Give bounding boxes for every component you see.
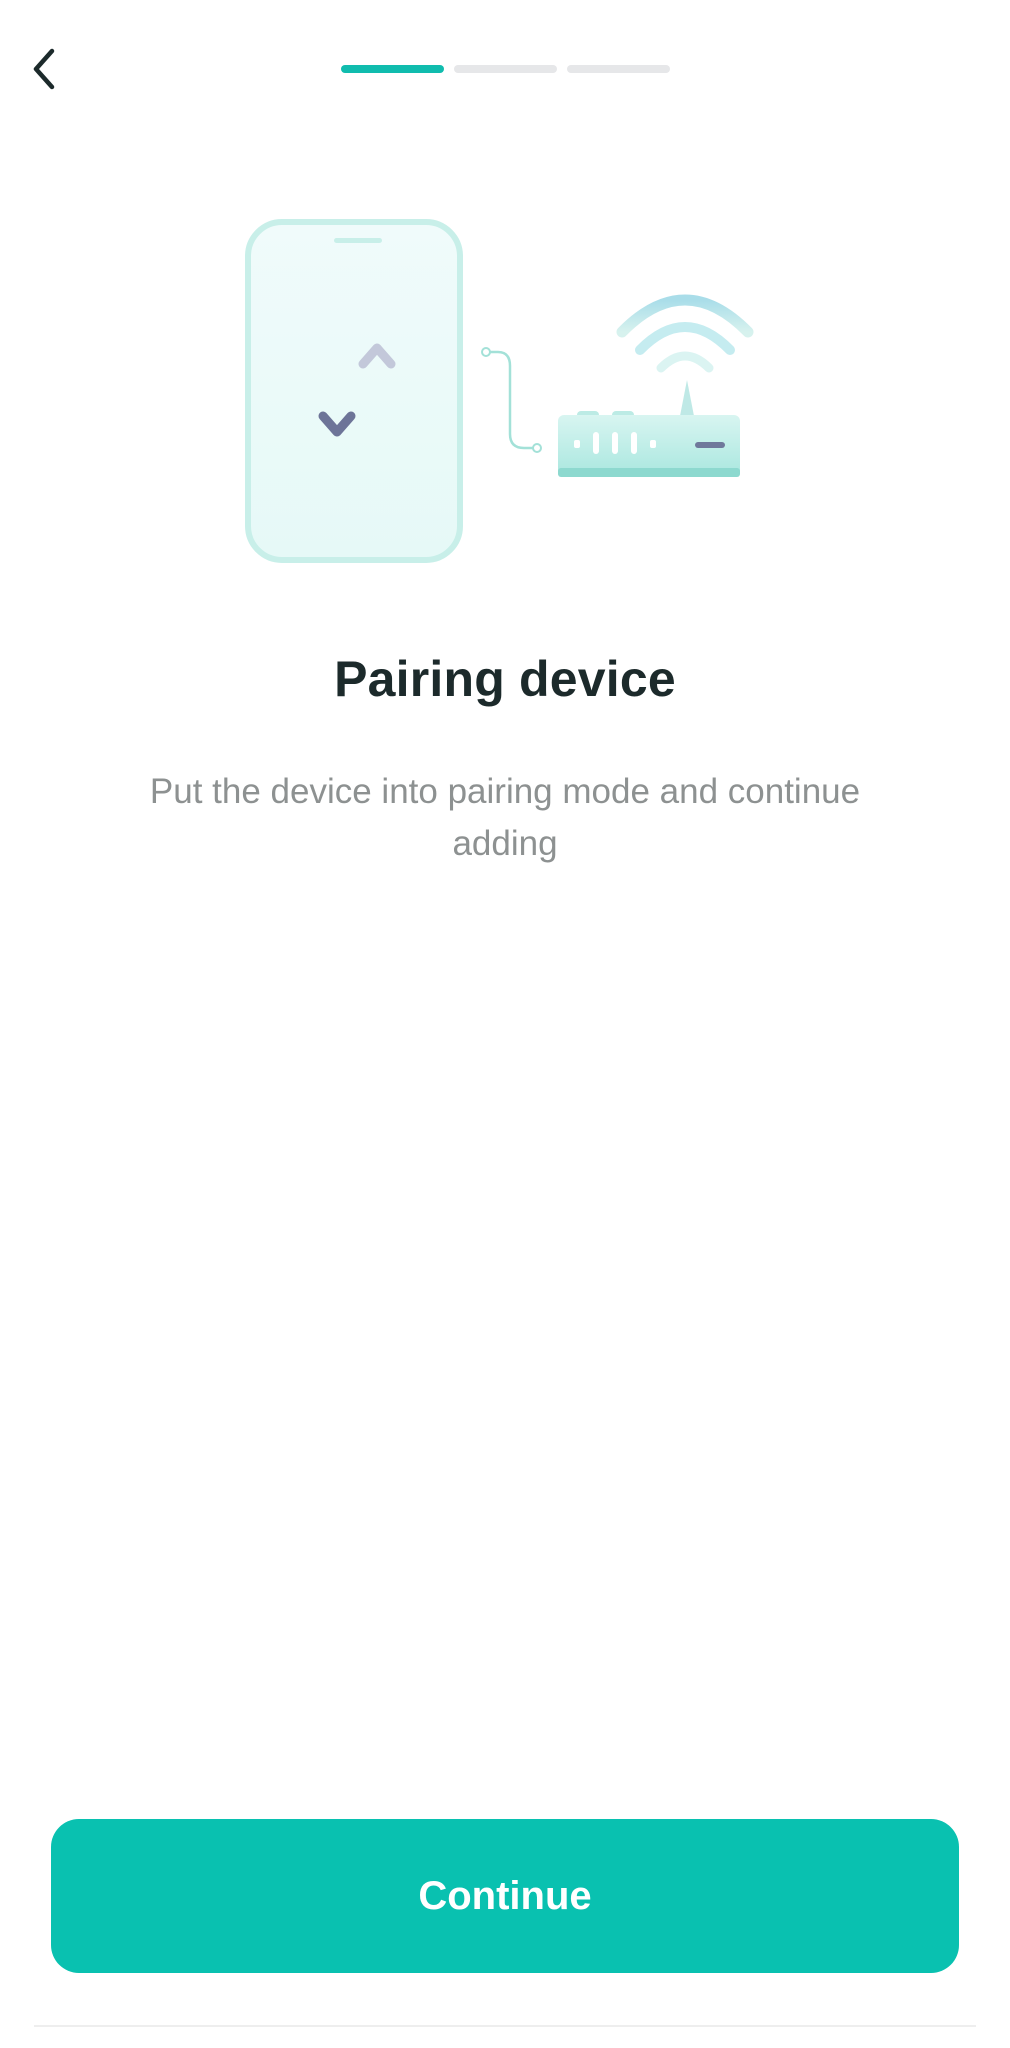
wifi-signal-icon — [616, 294, 754, 373]
progress-step-3 — [567, 65, 670, 73]
phone-icon — [245, 219, 463, 563]
progress-step-2 — [454, 65, 557, 73]
chevron-left-icon — [33, 48, 55, 90]
bottom-divider — [34, 2025, 976, 2027]
continue-button[interactable]: Continue — [51, 1819, 959, 1973]
router-icon — [558, 380, 740, 477]
pairing-illustration — [230, 200, 790, 580]
step-progress-indicator — [341, 65, 670, 73]
connection-cable — [481, 347, 542, 453]
back-button[interactable] — [14, 36, 74, 102]
progress-step-1 — [341, 65, 444, 73]
page-subtitle: Put the device into pairing mode and con… — [149, 772, 861, 863]
page-title: Pairing device — [334, 651, 676, 707]
